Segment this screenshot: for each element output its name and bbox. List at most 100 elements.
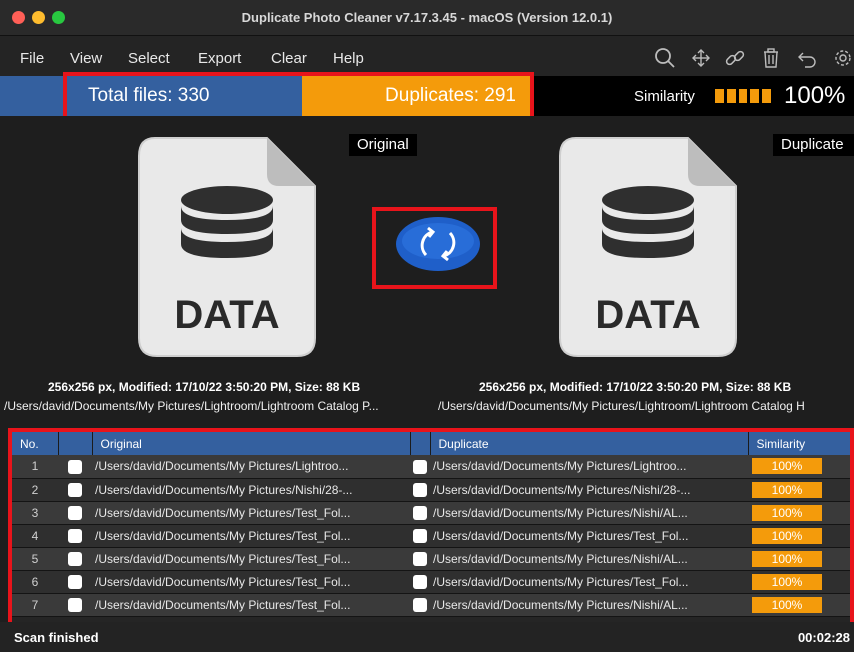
trash-icon[interactable] bbox=[760, 47, 782, 69]
similarity-badge: 100% bbox=[752, 504, 822, 521]
original-pane-label: Original bbox=[349, 134, 417, 156]
duplicate-checkbox[interactable] bbox=[413, 505, 427, 520]
menu-view[interactable]: View bbox=[70, 50, 102, 67]
table-row[interactable]: 2/Users/david/Documents/My Pictures/Nish… bbox=[12, 478, 850, 502]
duplicate-checkbox-cell bbox=[410, 593, 430, 617]
duplicate-preview-image[interactable]: DATA bbox=[558, 136, 738, 358]
similarity-cell: 100% bbox=[748, 570, 850, 594]
row-number: 5 bbox=[12, 547, 58, 571]
original-checkbox[interactable] bbox=[68, 574, 82, 589]
row-number: 1 bbox=[12, 455, 58, 479]
similarity-cell: 100% bbox=[748, 455, 850, 479]
menu-help[interactable]: Help bbox=[333, 50, 364, 67]
original-path-cell[interactable]: /Users/david/Documents/My Pictures/Nishi… bbox=[92, 478, 410, 502]
duplicate-checkbox[interactable] bbox=[413, 482, 427, 497]
duplicate-checkbox[interactable] bbox=[413, 574, 427, 589]
similarity-cell: 100% bbox=[748, 547, 850, 571]
similarity-label: Similarity bbox=[634, 88, 695, 105]
similarity-cell: 100% bbox=[748, 478, 850, 502]
duplicate-path-cell[interactable]: /Users/david/Documents/My Pictures/Test_… bbox=[430, 524, 748, 548]
duplicate-checkbox[interactable] bbox=[413, 597, 427, 612]
elapsed-time: 00:02:28 bbox=[797, 630, 850, 645]
similarity-meter bbox=[715, 89, 771, 103]
link-icon[interactable] bbox=[724, 47, 746, 69]
duplicate-path-cell[interactable]: /Users/david/Documents/My Pictures/Test_… bbox=[430, 570, 748, 594]
row-number: 6 bbox=[12, 570, 58, 594]
original-path-cell[interactable]: /Users/david/Documents/My Pictures/Test_… bbox=[92, 524, 410, 548]
row-number: 4 bbox=[12, 524, 58, 548]
column-header-duplicate[interactable]: Duplicate bbox=[430, 432, 749, 455]
original-checkbox-cell bbox=[58, 455, 92, 479]
similarity-cell: 100% bbox=[748, 593, 850, 617]
row-number: 3 bbox=[12, 501, 58, 525]
duplicate-checkbox-cell bbox=[410, 547, 430, 571]
original-checkbox-cell bbox=[58, 593, 92, 617]
total-files-count: Total files: 330 bbox=[88, 85, 210, 106]
original-preview-image[interactable]: DATA bbox=[137, 136, 317, 358]
original-path-cell[interactable]: /Users/david/Documents/My Pictures/Test_… bbox=[92, 570, 410, 594]
window-title: Duplicate Photo Cleaner v7.17.3.45 - mac… bbox=[241, 10, 613, 25]
original-checkbox-cell bbox=[58, 524, 92, 548]
duplicate-path-cell[interactable]: /Users/david/Documents/My Pictures/Nishi… bbox=[430, 547, 748, 571]
duplicate-checkbox-cell bbox=[410, 501, 430, 525]
duplicate-checkbox[interactable] bbox=[413, 459, 427, 474]
similarity-badge: 100% bbox=[752, 550, 822, 567]
duplicate-meta: 256x256 px, Modified: 17/10/22 3:50:20 P… bbox=[479, 380, 792, 394]
duplicate-checkbox[interactable] bbox=[413, 528, 427, 543]
duplicate-path: /Users/david/Documents/My Pictures/Light… bbox=[438, 399, 805, 413]
column-header-original[interactable]: Original bbox=[92, 432, 411, 455]
menu-clear[interactable]: Clear bbox=[271, 50, 307, 67]
similarity-badge: 100% bbox=[752, 573, 822, 590]
table-row[interactable]: 4/Users/david/Documents/My Pictures/Test… bbox=[12, 524, 850, 548]
original-path-cell[interactable]: /Users/david/Documents/My Pictures/Light… bbox=[92, 455, 410, 479]
original-checkbox[interactable] bbox=[68, 482, 82, 497]
stats-bar: Total files: 330 Duplicates: 291 Similar… bbox=[0, 76, 854, 116]
duplicate-path-cell[interactable]: /Users/david/Documents/My Pictures/Nishi… bbox=[430, 478, 748, 502]
original-path-cell[interactable]: /Users/david/Documents/My Pictures/Test_… bbox=[92, 501, 410, 525]
duplicate-path-cell[interactable]: /Users/david/Documents/My Pictures/Nishi… bbox=[430, 501, 748, 525]
similarity-badge: 100% bbox=[752, 596, 822, 613]
similarity-badge: 100% bbox=[752, 481, 822, 498]
menu-file[interactable]: File bbox=[20, 50, 44, 67]
menu-export[interactable]: Export bbox=[198, 50, 241, 67]
column-header-no[interactable]: No. bbox=[12, 432, 59, 455]
original-checkbox[interactable] bbox=[68, 528, 82, 543]
column-header-duplicate-check[interactable] bbox=[410, 432, 431, 455]
menu-select[interactable]: Select bbox=[128, 50, 170, 67]
menu-bar: File View Select Export Clear Help bbox=[0, 36, 854, 76]
duplicate-checkbox-cell bbox=[410, 478, 430, 502]
table-row[interactable]: 3/Users/david/Documents/My Pictures/Test… bbox=[12, 501, 850, 525]
duplicate-checkbox[interactable] bbox=[413, 551, 427, 566]
table-row[interactable]: 1/Users/david/Documents/My Pictures/Ligh… bbox=[12, 455, 850, 479]
original-path-cell[interactable]: /Users/david/Documents/My Pictures/Test_… bbox=[92, 593, 410, 617]
duplicate-path-cell[interactable]: /Users/david/Documents/My Pictures/Nishi… bbox=[430, 593, 748, 617]
search-icon[interactable] bbox=[654, 47, 676, 69]
duplicate-checkbox-cell bbox=[410, 524, 430, 548]
original-checkbox-cell bbox=[58, 501, 92, 525]
original-checkbox[interactable] bbox=[68, 597, 82, 612]
duplicate-checkbox-cell bbox=[410, 455, 430, 479]
original-checkbox-cell bbox=[58, 547, 92, 571]
similarity-cell: 100% bbox=[748, 524, 850, 548]
duplicates-panel: Duplicates: 291 bbox=[302, 76, 530, 116]
duplicate-icon-text: DATA bbox=[595, 293, 700, 337]
move-icon[interactable] bbox=[690, 47, 712, 69]
row-number: 2 bbox=[12, 478, 58, 502]
original-checkbox[interactable] bbox=[68, 551, 82, 566]
swap-button[interactable] bbox=[394, 215, 482, 273]
original-checkbox-cell bbox=[58, 478, 92, 502]
original-checkbox[interactable] bbox=[68, 459, 82, 474]
original-path-cell[interactable]: /Users/david/Documents/My Pictures/Test_… bbox=[92, 547, 410, 571]
gear-icon[interactable] bbox=[832, 47, 854, 69]
table-row[interactable]: 6/Users/david/Documents/My Pictures/Test… bbox=[12, 570, 850, 594]
table-row[interactable]: 5/Users/david/Documents/My Pictures/Test… bbox=[12, 547, 850, 571]
table-row[interactable]: 7/Users/david/Documents/My Pictures/Test… bbox=[12, 593, 850, 617]
undo-icon[interactable] bbox=[796, 47, 818, 69]
column-header-similarity[interactable]: Similarity bbox=[748, 432, 850, 455]
column-header-original-check[interactable] bbox=[58, 432, 93, 455]
original-checkbox[interactable] bbox=[68, 505, 82, 520]
duplicate-path-cell[interactable]: /Users/david/Documents/My Pictures/Light… bbox=[430, 455, 748, 479]
status-bar: Scan finished 00:02:28 bbox=[0, 622, 854, 652]
duplicates-count: Duplicates: 291 bbox=[385, 85, 516, 106]
similarity-cell: 100% bbox=[748, 501, 850, 525]
